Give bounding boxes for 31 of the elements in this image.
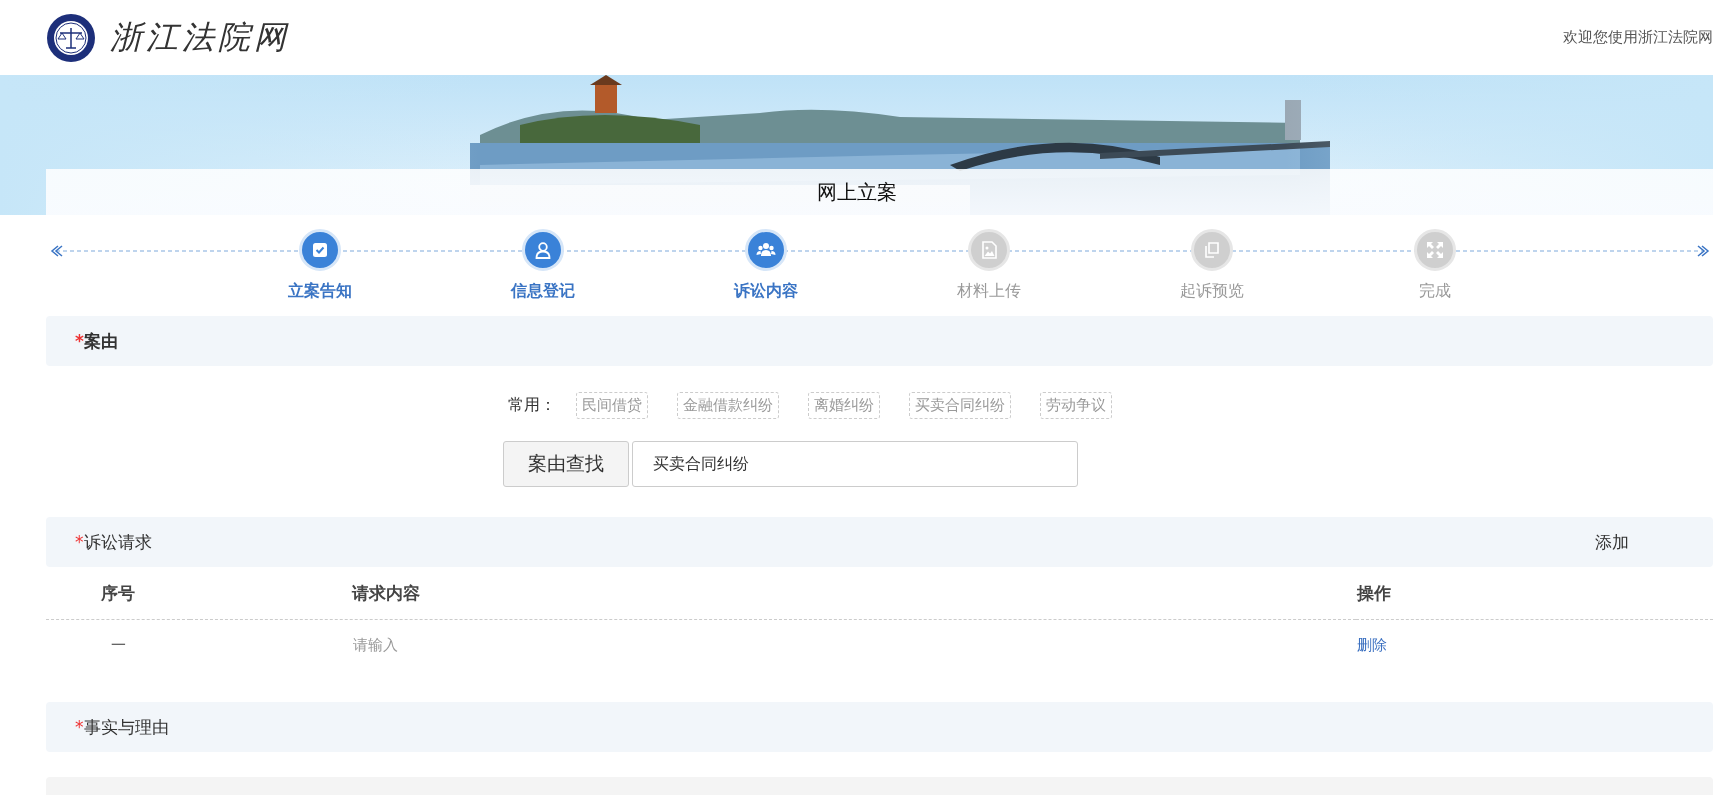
add-link[interactable]: 添加 [1595,530,1629,554]
page-title: 网上立案 [816,178,897,206]
common-label: 常用： [508,395,556,416]
delete-link[interactable]: 删除 [1357,635,1387,654]
step-label: 完成 [1418,281,1451,302]
step-circle[interactable] [298,229,341,271]
cause-tag[interactable]: 离婚纠纷 [808,392,880,419]
column-header: 请求内容 [190,567,1356,620]
cause-tag[interactable]: 劳动争议 [1040,392,1112,419]
cause-tag[interactable]: 买卖合同纠纷 [909,392,1011,419]
column-header: 操作 [1356,567,1713,620]
section-title: *事实与理由 [75,715,169,739]
step-label: 材料上传 [956,281,1021,302]
court-emblem-icon [46,12,96,63]
expand-icon [1424,240,1445,260]
cause-tag[interactable]: 民间借贷 [576,392,648,419]
step-circle[interactable] [521,229,564,271]
table-cell: 一 [46,619,190,670]
step-label: 诉讼内容 [733,281,798,302]
welcome-text: 欢迎您使用浙江法院网 [1563,28,1713,47]
step-label: 起诉预览 [1179,281,1244,302]
site-logo-text[interactable]: 浙江法院网 [110,15,290,60]
section-title: *诉讼请求 [75,530,152,554]
step-label: 立案告知 [287,281,352,302]
section-title: *案由 [75,329,118,353]
step-label: 信息登记 [510,281,575,302]
cause-input[interactable]: 买卖合同纠纷 [632,441,1078,487]
step-circle[interactable] [744,229,787,271]
cause-search-button[interactable]: 案由查找 [503,441,629,487]
cause-tag[interactable]: 金融借款纠纷 [677,392,779,419]
column-header: 序号 [46,567,190,620]
